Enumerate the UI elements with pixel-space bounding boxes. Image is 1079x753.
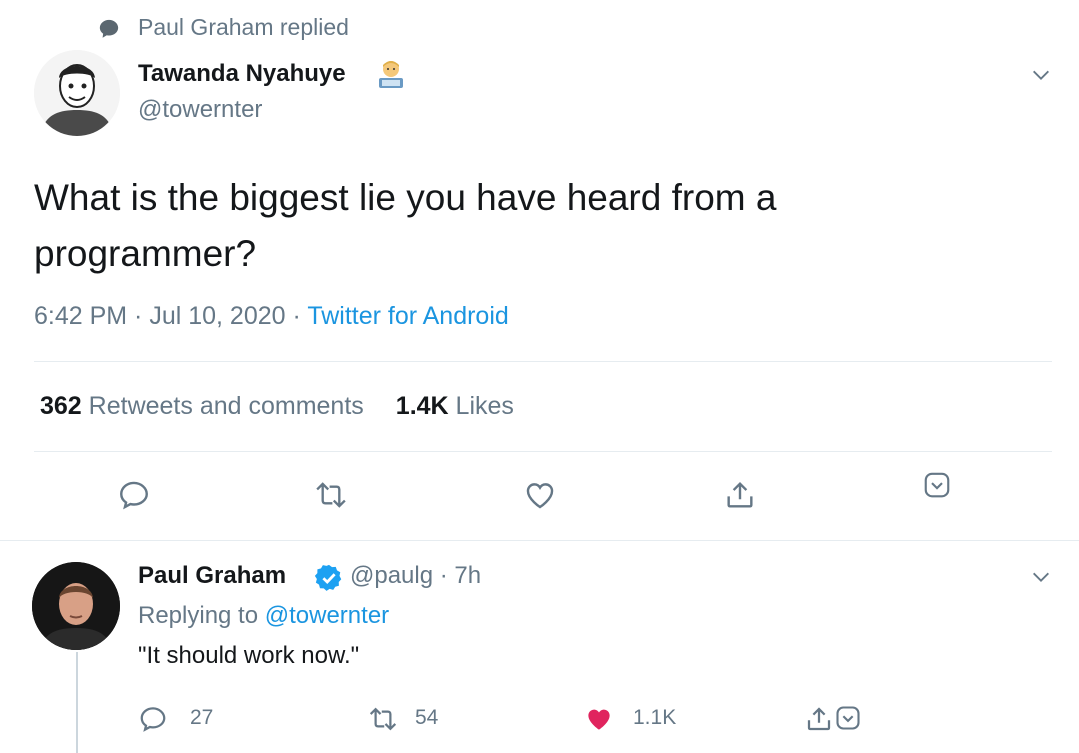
avatar[interactable] (32, 562, 120, 650)
replying-to: Replying to @towernter (138, 602, 389, 630)
author-name[interactable]: Paul Graham (138, 562, 286, 590)
like-icon[interactable] (523, 478, 557, 512)
share-icon[interactable] (723, 478, 757, 512)
author-handle[interactable]: @paulg · 7h (350, 562, 481, 590)
reply-count: 27 (190, 706, 214, 729)
reply-icon[interactable] (117, 478, 151, 512)
tweet-stats: 362 Retweets and comments 1.4K Likes (40, 392, 514, 421)
social-context-label: Paul Graham replied (138, 14, 349, 40)
retweets-count: 362 (40, 392, 82, 420)
verified-badge-icon (314, 563, 344, 593)
likes-stat[interactable]: 1.4K Likes (396, 392, 514, 420)
technologist-emoji (374, 58, 408, 92)
author-handle[interactable]: @towernter (138, 96, 262, 124)
reply-text: "It should work now." (138, 642, 360, 669)
more-icon[interactable] (834, 704, 862, 732)
tweet-meta: 6:42 PM · Jul 10, 2020 · Twitter for And… (34, 302, 509, 331)
avatar[interactable] (34, 50, 120, 136)
replying-prefix: Replying to (138, 602, 265, 629)
likes-count: 1.4K (395, 392, 449, 420)
author-name[interactable]: Tawanda Nyahuye (138, 60, 346, 88)
chevron-down-icon[interactable] (1030, 566, 1052, 588)
thread-line (76, 652, 78, 753)
tweet-timestamp[interactable]: 6:42 PM · Jul 10, 2020 · (34, 302, 307, 330)
retweet-count: 54 (415, 706, 439, 729)
tweet-text: What is the biggest lie you have heard f… (34, 177, 777, 274)
like-icon[interactable] (583, 704, 615, 734)
chevron-down-icon[interactable] (1030, 64, 1052, 86)
speech-bubble-icon (98, 18, 120, 40)
retweets-label: Retweets and comments (81, 392, 364, 420)
reply-icon[interactable] (138, 704, 168, 734)
retweet-icon[interactable] (367, 704, 399, 734)
like-count: 1.1K (633, 706, 677, 729)
divider (34, 361, 1052, 362)
retweets-stat[interactable]: 362 Retweets and comments (40, 392, 364, 420)
more-icon[interactable] (922, 470, 952, 500)
divider (34, 451, 1052, 452)
tweet-source[interactable]: Twitter for Android (307, 302, 508, 330)
likes-label: Likes (448, 392, 514, 420)
share-icon[interactable] (804, 704, 834, 734)
tweet-separator (0, 540, 1079, 541)
retweet-icon[interactable] (313, 478, 349, 512)
replying-handle[interactable]: @towernter (265, 602, 389, 629)
